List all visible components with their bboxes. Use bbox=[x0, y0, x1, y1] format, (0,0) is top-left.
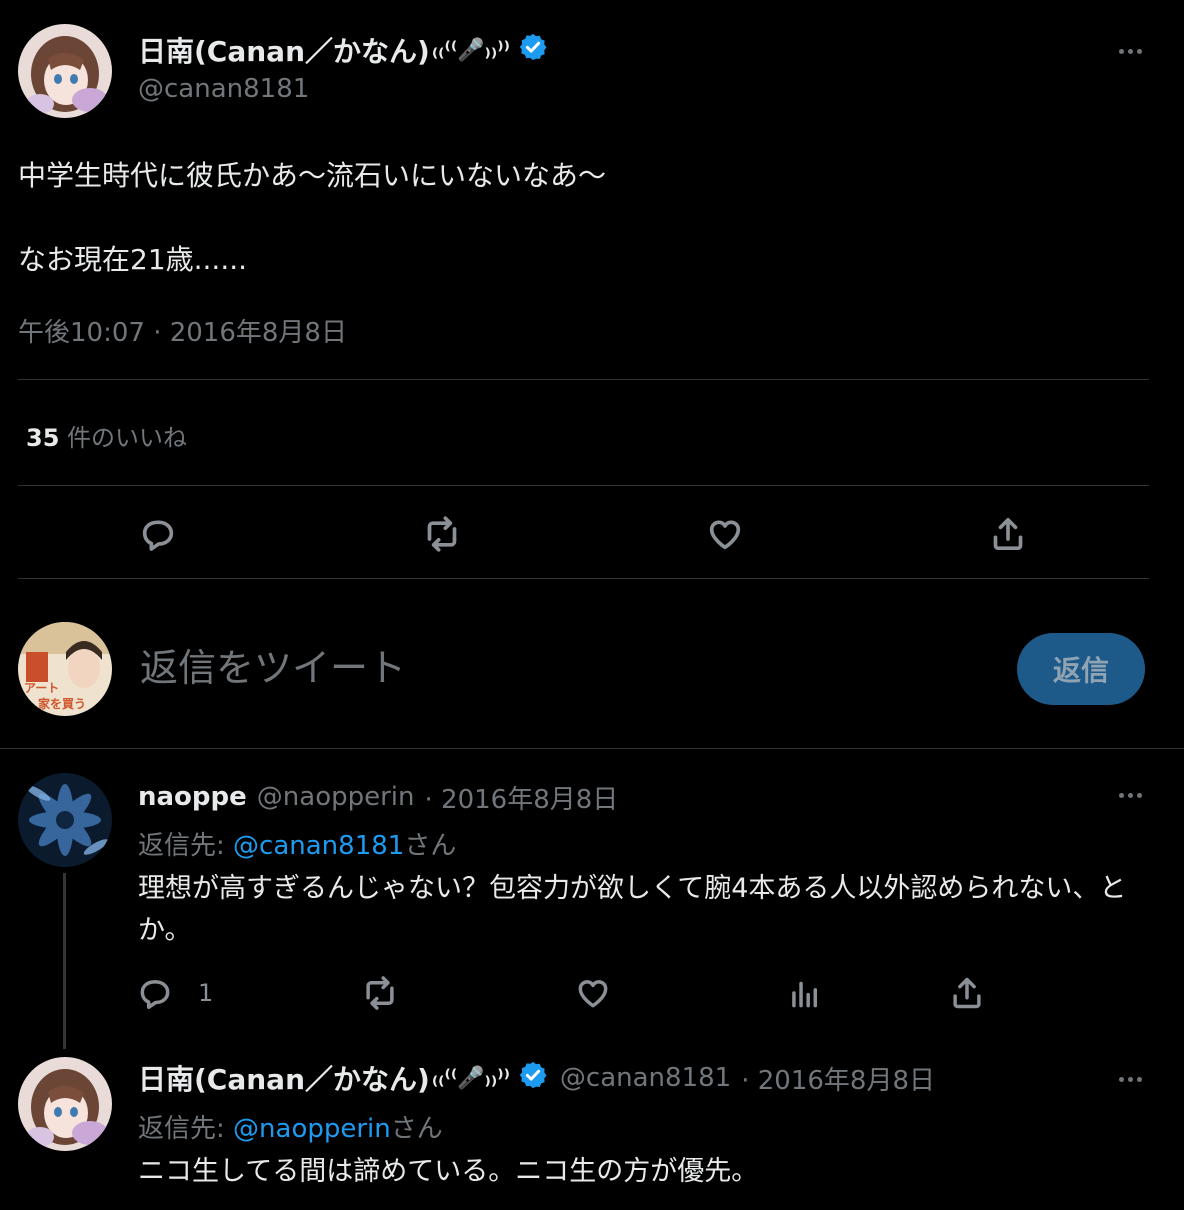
thread-connector-line bbox=[63, 873, 66, 1049]
like-button[interactable] bbox=[704, 514, 746, 554]
divider bbox=[18, 379, 1149, 380]
reply-retweet-button[interactable] bbox=[360, 974, 400, 1012]
reply-handle[interactable]: @naopperin bbox=[257, 782, 415, 812]
divider bbox=[18, 578, 1149, 579]
name-emoji: ₍₍⁽⁽🎤₎₎⁾⁾ bbox=[431, 1065, 510, 1091]
reply-more-options-icon[interactable] bbox=[1110, 780, 1150, 810]
reply-header: 日南(Canan／かなん) ₍₍⁽⁽🎤₎₎⁾⁾ @canan8181 · 201… bbox=[138, 1058, 935, 1098]
reply-header: naoppe @naopperin · 2016年8月8日 bbox=[138, 779, 618, 815]
retweet-icon bbox=[366, 976, 394, 1010]
replying-to: 返信先: @naopperinさん bbox=[138, 1114, 443, 1144]
reply-icon bbox=[140, 980, 170, 1009]
reply-count: 1 bbox=[198, 979, 214, 1007]
current-user-avatar[interactable]: アート 家を買う bbox=[18, 622, 112, 716]
reply-views-button[interactable] bbox=[786, 974, 824, 1012]
reply-button[interactable] bbox=[138, 514, 178, 554]
reply-text: ニコ生してる間は諦めている。ニコ生の方が優先。 bbox=[138, 1156, 759, 1187]
more-options-icon[interactable] bbox=[1110, 36, 1150, 66]
author-handle[interactable]: @canan8181 bbox=[138, 74, 309, 104]
tweet-text-line1: 中学生時代に彼氏かあ〜流石いにいないなあ〜 bbox=[18, 159, 607, 192]
section-divider bbox=[0, 748, 1184, 749]
reply-avatar[interactable] bbox=[18, 1057, 112, 1151]
share-icon bbox=[953, 977, 981, 1009]
retweet-button[interactable] bbox=[420, 514, 464, 554]
reply-icon bbox=[142, 520, 174, 551]
replying-to-handle[interactable]: @canan8181 bbox=[233, 831, 404, 861]
share-button[interactable] bbox=[988, 514, 1028, 554]
author-display-name: 日南(Canan／かなん) bbox=[138, 35, 430, 68]
reply-date[interactable]: · 2016年8月8日 bbox=[741, 1060, 935, 1097]
reply-input[interactable] bbox=[140, 640, 980, 696]
reply-more-options-icon[interactable] bbox=[1110, 1064, 1150, 1094]
likes-summary[interactable]: 35 件のいいね bbox=[26, 418, 187, 453]
reply-avatar[interactable] bbox=[18, 773, 112, 867]
replying-to-handle[interactable]: @naopperin bbox=[233, 1114, 391, 1144]
tweet-text-line2: なお現在21歳...... bbox=[18, 243, 248, 276]
reply-share-button[interactable] bbox=[948, 974, 986, 1012]
divider bbox=[18, 485, 1149, 486]
reply-text: 理想が高すぎるんじゃない？包容力が欲しくて腕4本ある人以外認められない、とか。 bbox=[138, 873, 1127, 946]
verified-badge-icon bbox=[518, 1060, 548, 1097]
likes-label: 件のいいね bbox=[67, 424, 188, 452]
reply-display-name[interactable]: 日南(Canan／かなん) bbox=[138, 1058, 430, 1098]
svg-text:家を買う: 家を買う bbox=[38, 696, 86, 711]
svg-text:アート: アート bbox=[24, 681, 59, 695]
author-avatar[interactable] bbox=[18, 24, 112, 118]
replying-to: 返信先: @canan8181さん bbox=[138, 831, 457, 861]
analytics-icon bbox=[792, 981, 818, 1008]
author-name-row[interactable]: 日南(Canan／かなん) ₍₍⁽⁽🎤₎₎⁾⁾ bbox=[138, 30, 548, 70]
name-emoji: ₍₍⁽⁽🎤₎₎⁾⁾ bbox=[431, 37, 510, 63]
reply-date[interactable]: · 2016年8月8日 bbox=[425, 779, 619, 816]
reply-like-button[interactable] bbox=[574, 974, 612, 1012]
heart-icon bbox=[709, 520, 741, 550]
reply-submit-button[interactable]: 返信 bbox=[1017, 633, 1145, 705]
tweet-timestamp[interactable]: 午後10:07 · 2016年8月8日 bbox=[18, 312, 347, 349]
reply-display-name[interactable]: naoppe bbox=[138, 782, 247, 812]
reply-reply-button[interactable]: 1 bbox=[136, 974, 213, 1012]
heart-icon bbox=[578, 980, 608, 1008]
verified-badge-icon bbox=[518, 32, 548, 69]
likes-count: 35 bbox=[26, 424, 60, 452]
reply-handle[interactable]: @canan8181 bbox=[560, 1063, 731, 1093]
share-icon bbox=[993, 518, 1023, 550]
retweet-icon bbox=[427, 516, 457, 552]
